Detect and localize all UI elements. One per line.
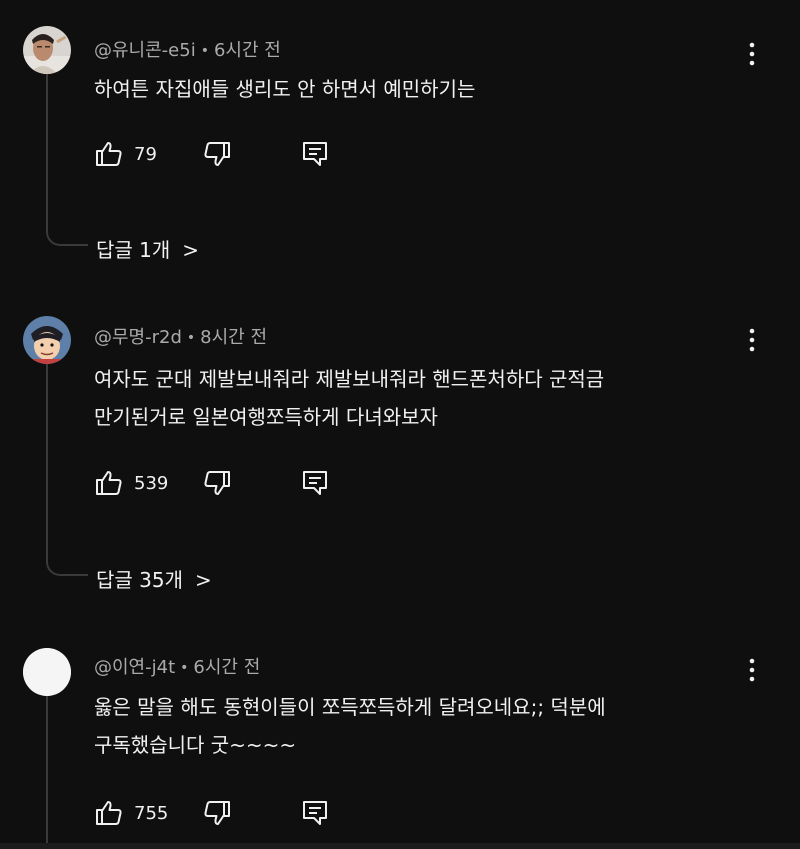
more-options-button[interactable] [740, 326, 764, 356]
reply-thread-line [46, 696, 88, 843]
comment-text: 여자도 군대 제발보내줘라 제발보내줘라 핸드폰처하다 군적금 만기된거로 일본… [94, 360, 714, 436]
reply-button[interactable] [300, 796, 330, 830]
comment-actions: 79 [94, 137, 374, 171]
reply-comment-icon [303, 142, 327, 166]
like-count: 539 [134, 472, 169, 494]
comment-header: @유니콘-e5i • 6시간 전 [94, 36, 281, 62]
chevron-right-icon: > [195, 568, 212, 592]
comment-actions: 755 [94, 796, 374, 830]
reply-button[interactable] [300, 137, 330, 171]
comment-actions: 539 [94, 466, 374, 500]
thumbs-up-icon [96, 142, 122, 166]
comment-time[interactable]: 8시간 전 [200, 327, 267, 348]
replies-label: 답글 35개 [96, 568, 184, 592]
dislike-button[interactable] [202, 796, 232, 830]
comment-header: @무명-r2d • 8시간 전 [94, 323, 267, 349]
user-avatar[interactable] [23, 316, 71, 364]
more-options-button[interactable] [740, 40, 764, 70]
more-options-button[interactable] [740, 656, 764, 686]
separator-dot: • [180, 660, 189, 676]
like-button[interactable]: 79 [94, 137, 157, 171]
thumbs-down-icon [204, 801, 230, 825]
cartoon-avatar-icon [23, 316, 71, 364]
comment-text: 옳은 말을 해도 동현이들이 쪼득쪼득하게 달려오네요;; 덕분에 구독했습니다… [94, 688, 714, 764]
comment-text-line: 하여튼 자집애들 생리도 안 하면서 예민하기는 [94, 77, 476, 101]
like-button[interactable]: 539 [94, 466, 168, 500]
more-vertical-icon [749, 328, 755, 352]
reply-thread-line [46, 364, 88, 576]
reply-thread-line [46, 74, 88, 246]
separator-dot: • [200, 43, 209, 59]
replies-label: 답글 1개 [96, 238, 171, 262]
blank-avatar-icon [23, 648, 71, 696]
like-button[interactable]: 755 [94, 796, 168, 830]
bottom-divider [0, 843, 800, 849]
comment-author[interactable]: @무명-r2d [94, 327, 182, 348]
view-replies-button[interactable]: 답글 35개 > [96, 564, 212, 593]
reply-comment-icon [303, 471, 327, 495]
view-replies-button[interactable]: 답글 1개 > [96, 234, 199, 263]
separator-dot: • [186, 330, 196, 346]
chevron-right-icon: > [182, 238, 200, 262]
comment-text-line: 만기된거로 일본여행쪼득하게 다녀와보자 [94, 405, 438, 429]
dislike-button[interactable] [202, 466, 232, 500]
user-avatar[interactable] [23, 26, 71, 74]
comment-time[interactable]: 6시간 전 [214, 40, 281, 61]
photo-avatar-icon [23, 26, 71, 74]
like-count: 79 [134, 143, 157, 165]
comment-header: @이연-j4t • 6시간 전 [94, 653, 260, 679]
user-avatar[interactable] [23, 648, 71, 696]
more-vertical-icon [749, 658, 755, 682]
more-vertical-icon [749, 42, 755, 66]
comment-text-line: 옳은 말을 해도 동현이들이 쪼득쪼득하게 달려오네요;; 덕분에 [94, 695, 606, 719]
thumbs-down-icon [204, 142, 230, 166]
thumbs-up-icon [96, 801, 122, 825]
thumbs-down-icon [204, 471, 230, 495]
comment-text-line: 구독했습니다 굿~~~~ [94, 733, 297, 757]
comment-time[interactable]: 6시간 전 [193, 657, 260, 678]
reply-button[interactable] [300, 466, 330, 500]
dislike-button[interactable] [202, 137, 232, 171]
comment-author[interactable]: @유니콘-e5i [94, 40, 196, 61]
like-count: 755 [134, 802, 169, 824]
comment-author[interactable]: @이연-j4t [94, 657, 175, 678]
reply-comment-icon [303, 801, 327, 825]
comment-text-line: 여자도 군대 제발보내줘라 제발보내줘라 핸드폰처하다 군적금 [94, 367, 605, 391]
comment-text: 하여튼 자집애들 생리도 안 하면서 예민하기는 [94, 70, 714, 108]
thumbs-up-icon [96, 471, 122, 495]
